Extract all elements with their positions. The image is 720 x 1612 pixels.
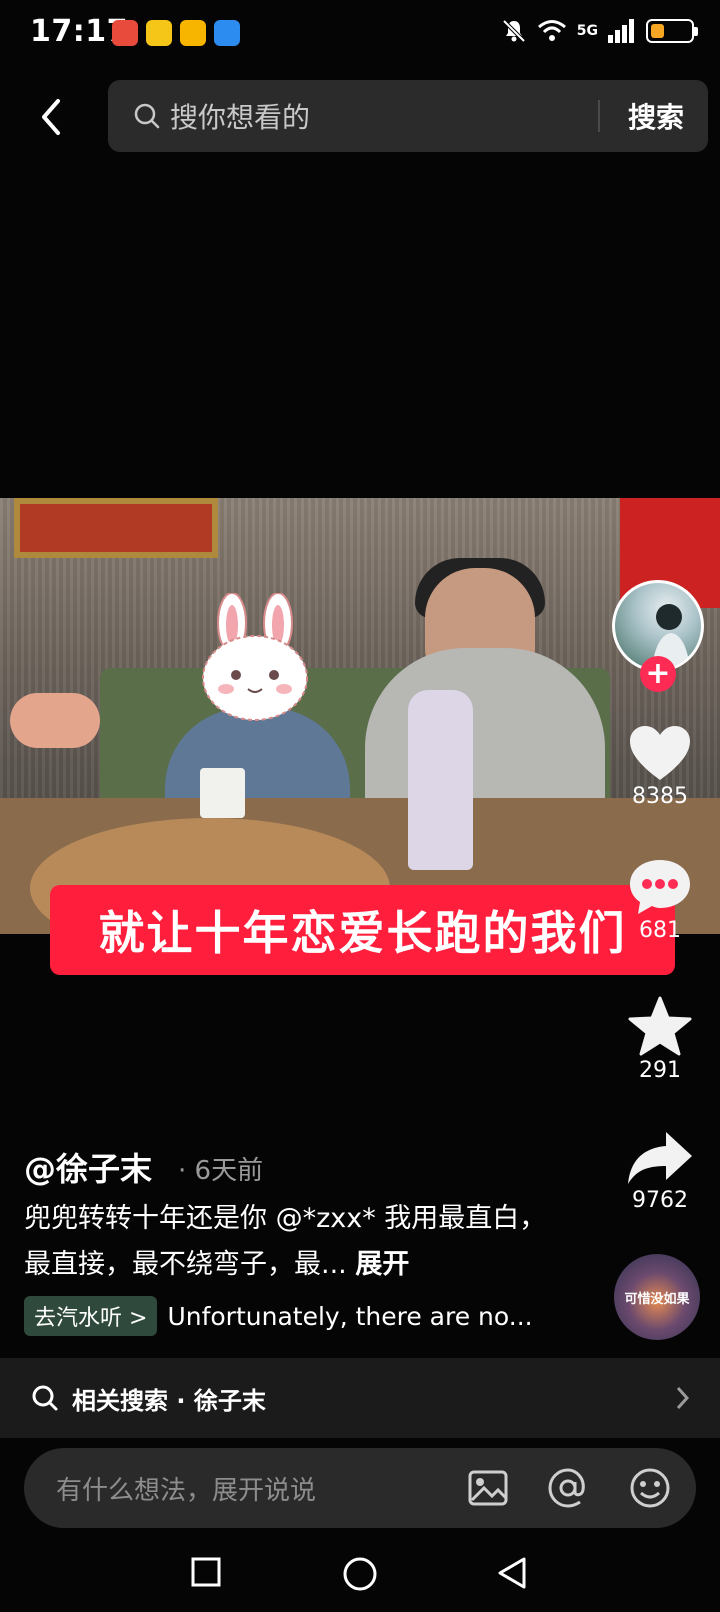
music-row[interactable]: 去汽水听 > Unfortunately, there are no...	[24, 1296, 533, 1336]
hand	[10, 693, 100, 748]
comment-button[interactable]: 681	[620, 858, 700, 943]
notification-app-icon	[180, 20, 206, 46]
video-caption-text: 就让十年恋爱长跑的我们	[98, 906, 627, 960]
battery-icon	[646, 19, 698, 43]
signal-icon	[608, 19, 634, 43]
video-caption: 就让十年恋爱长跑的我们	[50, 885, 675, 975]
back-button[interactable]	[30, 92, 70, 142]
notification-app-icon	[112, 20, 138, 46]
video-player[interactable]	[0, 498, 720, 934]
bottle	[408, 690, 473, 870]
weather-icon	[214, 20, 240, 46]
cup	[200, 768, 245, 818]
home-icon[interactable]	[342, 1556, 378, 1592]
related-search-bar[interactable]: 相关搜索 · 徐子末	[0, 1358, 720, 1438]
search-bar[interactable]: 搜你想看的 搜索	[108, 80, 708, 152]
comment-count: 681	[639, 918, 681, 943]
image-icon[interactable]	[466, 1466, 510, 1510]
comment-icon	[630, 860, 690, 914]
battery-level	[651, 24, 664, 38]
search-icon	[32, 1385, 58, 1411]
wifi-icon	[537, 20, 566, 41]
star-icon	[628, 996, 692, 1056]
follow-button[interactable]: +	[640, 656, 676, 692]
rabbit-sticker-icon	[202, 593, 308, 721]
author-name[interactable]: @徐子末	[24, 1144, 152, 1190]
like-count: 8385	[632, 784, 688, 809]
status-bar: 17:17 5G	[0, 0, 720, 70]
favorite-button[interactable]: 291	[620, 996, 700, 1083]
description-text: 兜兜转转十年还是你 @*zxx* 我用最直白，最直接，最不绕弯子，最...	[24, 1203, 547, 1280]
share-count: 9762	[632, 1188, 688, 1213]
emoji-icon[interactable]	[628, 1466, 672, 1510]
recent-apps-icon[interactable]	[190, 1556, 222, 1588]
network-type: 5G	[576, 23, 598, 39]
music-disc[interactable]: 可惜没如果	[614, 1254, 700, 1340]
search-placeholder: 搜你想看的	[170, 101, 311, 134]
share-icon	[628, 1132, 692, 1184]
mention-icon[interactable]	[546, 1466, 590, 1510]
post-description[interactable]: 兜兜转转十年还是你 @*zxx* 我用最直白，最直接，最不绕弯子，最... 展开	[24, 1196, 564, 1288]
expand-button[interactable]: 展开	[355, 1249, 409, 1280]
search-button[interactable]: 搜索	[628, 96, 684, 136]
search-divider	[598, 100, 600, 132]
chevron-right-icon	[676, 1386, 690, 1410]
weibo-icon	[146, 20, 172, 46]
music-title: Unfortunately, there are no...	[167, 1301, 533, 1331]
system-nav-bar	[0, 1540, 720, 1612]
mute-icon	[502, 19, 526, 43]
heart-icon	[630, 726, 690, 780]
post-time: · 6天前	[178, 1156, 264, 1186]
music-app-tag[interactable]: 去汽水听 >	[24, 1296, 158, 1336]
favorite-count: 291	[639, 1058, 681, 1083]
like-button[interactable]: 8385	[620, 724, 700, 809]
comment-input[interactable]: 有什么想法，展开说说	[24, 1448, 696, 1528]
wall-painting	[14, 498, 218, 558]
chevron-left-icon	[42, 99, 60, 135]
related-search-label: 相关搜索 · 徐子末	[72, 1386, 266, 1415]
status-icons: 5G	[501, 18, 698, 44]
comment-placeholder: 有什么想法，展开说说	[56, 1475, 317, 1506]
search-icon	[134, 103, 160, 129]
share-button[interactable]: 9762	[620, 1130, 700, 1213]
music-disc-text: 可惜没如果	[624, 1291, 690, 1307]
back-nav-icon[interactable]	[496, 1556, 528, 1590]
